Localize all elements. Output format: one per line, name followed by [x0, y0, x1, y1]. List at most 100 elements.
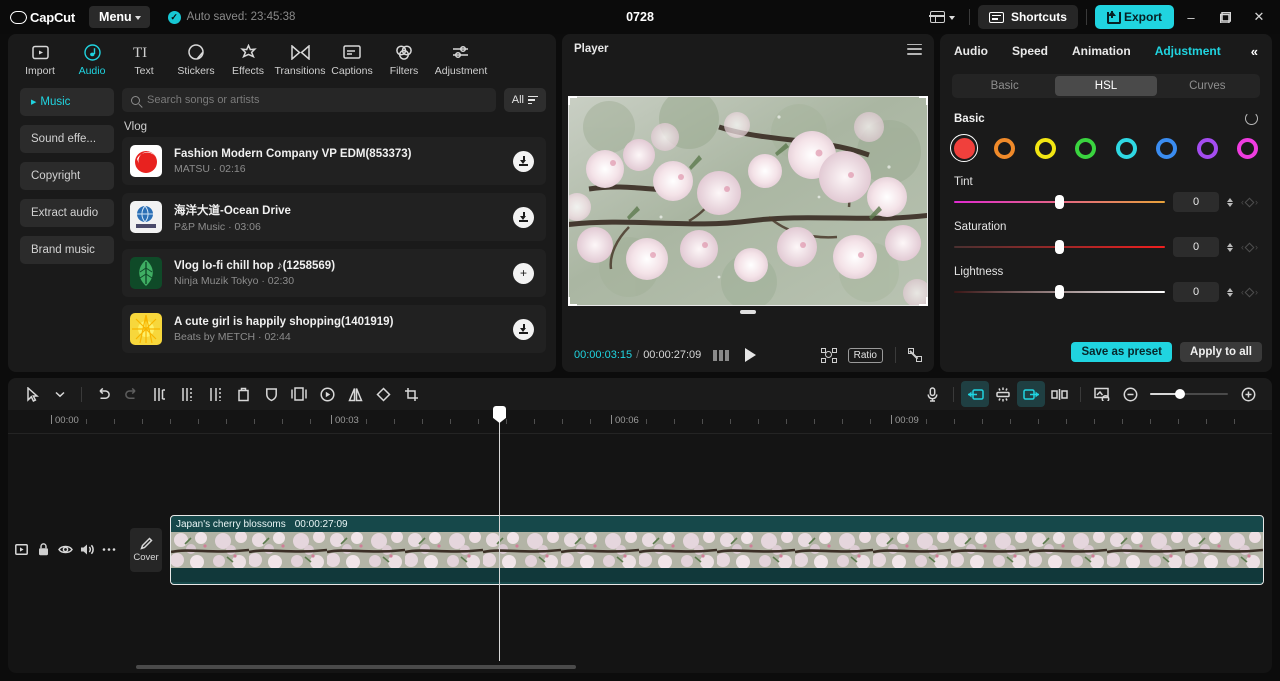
segment-hsl[interactable]: HSL — [1055, 76, 1157, 96]
lightness-value[interactable]: 0 — [1173, 282, 1219, 302]
zoom-out-icon[interactable] — [1116, 381, 1144, 407]
crop-handle-top-left[interactable] — [568, 96, 577, 105]
thumbnail-view-icon[interactable] — [1088, 381, 1116, 407]
minimize-button[interactable]: – — [1174, 0, 1208, 34]
swatch-yellow[interactable] — [1034, 137, 1056, 159]
swatch-purple-wrap[interactable] — [1193, 134, 1221, 162]
auto-adjust-icon[interactable] — [989, 381, 1017, 407]
swatch-green-wrap[interactable] — [1072, 134, 1100, 162]
cover-button[interactable]: Cover — [130, 528, 162, 572]
fullscreen-icon[interactable] — [908, 348, 922, 362]
crop-icon[interactable] — [397, 381, 425, 407]
video-clip[interactable]: Japan's cherry blossoms 00:00:27:09 — [170, 515, 1264, 585]
tab-speed[interactable]: Speed — [1012, 44, 1048, 58]
tint-slider[interactable] — [954, 195, 1165, 209]
volume-icon[interactable] — [76, 538, 98, 560]
timeline-ruler[interactable]: 00:00 00:03 00:06 00:09 — [8, 410, 1272, 434]
maximize-button[interactable] — [1208, 0, 1242, 34]
saturation-stepper[interactable] — [1227, 242, 1233, 252]
snap-right-icon[interactable] — [1017, 381, 1045, 407]
tab-transitions[interactable]: Transitions — [274, 40, 326, 77]
swatch-purple[interactable] — [1196, 137, 1218, 159]
layout-button[interactable] — [924, 7, 961, 27]
swatch-blue-wrap[interactable] — [1153, 134, 1181, 162]
tint-value[interactable]: 0 — [1173, 192, 1219, 212]
tab-text[interactable]: TI Text — [118, 40, 170, 77]
swatch-red[interactable] — [953, 137, 975, 159]
video-frame[interactable] — [568, 96, 928, 314]
eye-icon[interactable] — [54, 538, 76, 560]
close-button[interactable]: ✕ — [1242, 0, 1276, 34]
rotate-icon[interactable] — [369, 381, 397, 407]
segment-basic[interactable]: Basic — [954, 76, 1055, 96]
split-track-icon[interactable] — [1045, 381, 1073, 407]
tab-audio-properties[interactable]: Audio — [954, 44, 988, 58]
saturation-value[interactable]: 0 — [1173, 237, 1219, 257]
swatch-red-wrap[interactable] — [950, 134, 978, 162]
sidebar-item-brand-music[interactable]: Brand music — [20, 236, 114, 264]
player-menu-icon[interactable] — [907, 43, 922, 55]
fit-zoom-icon[interactable] — [820, 347, 837, 363]
swatch-cyan[interactable] — [1115, 137, 1137, 159]
record-mic-icon[interactable] — [918, 381, 946, 407]
sidebar-item-extract-audio[interactable]: Extract audio — [20, 199, 114, 227]
swatch-orange[interactable] — [994, 137, 1016, 159]
shortcuts-button[interactable]: Shortcuts — [977, 5, 1078, 29]
list-item[interactable]: Fashion Modern Company VP EDM(853373) MA… — [122, 137, 546, 185]
lightness-slider[interactable] — [954, 285, 1165, 299]
undo-icon[interactable] — [89, 381, 117, 407]
split-icon[interactable] — [145, 381, 173, 407]
ratio-button[interactable]: Ratio — [847, 347, 883, 363]
swatch-cyan-wrap[interactable] — [1112, 134, 1140, 162]
sidebar-item-music[interactable]: ▶ Music — [20, 88, 114, 116]
swatch-orange-wrap[interactable] — [991, 134, 1019, 162]
timeline-hscrollbar[interactable] — [136, 665, 576, 669]
crop-handle-bottom-center[interactable] — [740, 310, 756, 314]
crop-handle-top-right[interactable] — [919, 96, 928, 105]
segment-curves[interactable]: Curves — [1157, 76, 1258, 96]
lock-icon[interactable] — [32, 538, 54, 560]
tab-effects[interactable]: Effects — [222, 40, 274, 77]
redo-icon[interactable] — [117, 381, 145, 407]
swatch-magenta-wrap[interactable] — [1234, 134, 1262, 162]
zoom-in-icon[interactable] — [1234, 381, 1262, 407]
playhead[interactable] — [493, 406, 506, 661]
trim-left-icon[interactable] — [173, 381, 201, 407]
add-button[interactable]: + — [513, 262, 534, 284]
download-button[interactable] — [513, 206, 534, 228]
tint-slider-knob[interactable] — [1055, 195, 1064, 209]
mirror-icon[interactable] — [341, 381, 369, 407]
sidebar-item-copyright[interactable]: Copyright — [20, 162, 114, 190]
swatch-green[interactable] — [1075, 137, 1097, 159]
crop-handle-bottom-right[interactable] — [919, 297, 928, 306]
cursor-dropdown-icon[interactable] — [46, 381, 74, 407]
more-icon[interactable] — [98, 538, 120, 560]
saturation-slider[interactable] — [954, 240, 1165, 254]
mask-shield-icon[interactable] — [257, 381, 285, 407]
swatch-blue[interactable] — [1156, 137, 1178, 159]
tab-stickers[interactable]: Stickers — [170, 40, 222, 77]
tab-captions[interactable]: Captions — [326, 40, 378, 77]
swatch-magenta[interactable] — [1237, 137, 1259, 159]
search-input[interactable]: Search songs or artists — [122, 88, 496, 112]
list-item[interactable]: 海洋大道-Ocean Drive P&P Music · 03:06 — [122, 193, 546, 241]
crop-handle-bottom-left[interactable] — [568, 297, 577, 306]
download-button[interactable] — [513, 150, 534, 172]
tab-filters[interactable]: Filters — [378, 40, 430, 77]
menu-button[interactable]: Menu — [89, 6, 150, 28]
tab-import[interactable]: Import — [14, 40, 66, 77]
zoom-knob[interactable] — [1174, 389, 1185, 399]
tab-adjustment-properties[interactable]: Adjustment — [1155, 44, 1221, 58]
select-cursor-icon[interactable] — [18, 381, 46, 407]
lightness-stepper[interactable] — [1227, 287, 1233, 297]
export-button[interactable]: Export — [1094, 5, 1174, 29]
apply-to-all-button[interactable]: Apply to all — [1180, 342, 1262, 362]
filter-button[interactable]: All — [503, 88, 546, 112]
collapse-panel-icon[interactable]: « — [1251, 44, 1258, 59]
list-item[interactable]: A cute girl is happily shopping(1401919)… — [122, 305, 546, 353]
delete-icon[interactable] — [229, 381, 257, 407]
saturation-slider-knob[interactable] — [1055, 240, 1064, 254]
tab-audio[interactable]: Audio — [66, 40, 118, 77]
save-as-preset-button[interactable]: Save as preset — [1071, 342, 1173, 362]
snap-left-icon[interactable] — [961, 381, 989, 407]
